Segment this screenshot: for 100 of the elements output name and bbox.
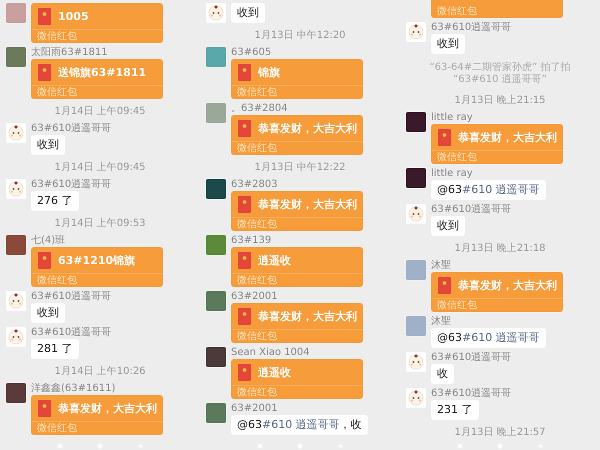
message-bubble: 收: [431, 364, 454, 384]
photo-placeholder[interactable]: [406, 168, 426, 188]
timestamp: 1月14日 上午09:45: [54, 104, 146, 119]
photo-placeholder[interactable]: [206, 403, 226, 423]
sender-name: 七(4)班: [31, 235, 66, 246]
envelope-icon: [238, 364, 251, 380]
sender-name: 63#610逍遥哥哥: [431, 22, 512, 33]
baby-avatar-icon: [406, 204, 426, 224]
sender-name: 洋鑫鑫(63#1611): [31, 383, 116, 394]
gift-message-card[interactable]: 逍遥收 微信红包: [231, 247, 363, 287]
message-bubble: 281 了: [31, 339, 78, 359]
photo-placeholder[interactable]: [206, 47, 226, 67]
sender-name: little ray: [431, 112, 473, 123]
message-bubble: @63#610 逍遥哥哥: [431, 180, 546, 200]
gift-message-card[interactable]: 送锦旗63#1811 微信红包: [31, 59, 163, 99]
envelope-icon: [38, 252, 51, 268]
gift-message-card[interactable]: 锦旗 微信红包: [231, 59, 363, 99]
sender-name: 63#610逍遥哥哥: [431, 388, 512, 399]
sender-name: 。63#2804: [231, 103, 288, 114]
baby-avatar-icon: [406, 352, 426, 372]
timestamp: 1月14日 上午09:45: [54, 160, 146, 175]
baby-avatar-icon: [206, 3, 226, 23]
sender-name: 63#610逍遥哥哥: [31, 179, 112, 190]
packet-label: 微信红包: [236, 274, 278, 287]
timestamp: 1月13日 晚上21:18: [454, 242, 546, 256]
packet-label: 微信红包: [436, 151, 478, 164]
packet-label: 微信红包: [236, 386, 278, 399]
gift-message-card[interactable]: 恭喜发财，大吉大利 微信红包: [231, 115, 363, 155]
packet-title: 逍遥收: [258, 364, 291, 380]
photo-placeholder[interactable]: [206, 179, 226, 199]
timestamp: 1月13日 晚上21:15: [454, 94, 546, 108]
packet-label: 微信红包: [436, 299, 478, 312]
sender-name: 沐聖: [431, 316, 451, 327]
gift-message-card[interactable]: 63#1210锦旗 微信红包: [31, 247, 163, 287]
message-bubble: 收到: [431, 216, 465, 236]
sender-name: little ray: [431, 168, 473, 179]
packet-title: 恭喜发财，大吉大利: [258, 308, 357, 324]
packet-title: 恭喜发财，大吉大利: [58, 400, 157, 416]
photo-placeholder[interactable]: [6, 235, 26, 255]
message-bubble: 231 了: [431, 400, 478, 420]
sender-name: 太阳雨63#1811: [31, 47, 108, 58]
photo-placeholder[interactable]: [206, 347, 226, 367]
sender-name: Sean Xiao 1004: [231, 347, 310, 358]
message-bubble: @63#610 逍遥哥哥，收: [231, 415, 368, 435]
gift-message-card[interactable]: 1005 微信红包: [31, 3, 163, 43]
packet-title: 恭喜发财，大吉大利: [458, 130, 557, 144]
photo-placeholder[interactable]: [206, 103, 226, 123]
timestamp: 1月13日 中午12:20: [254, 28, 346, 43]
packet-label: 微信红包: [236, 218, 278, 231]
sender-name: 63#2803: [231, 179, 278, 190]
packet-label: 微信红包: [236, 142, 278, 155]
sender-name: 63#610逍遥哥哥: [31, 123, 112, 134]
photo-placeholder[interactable]: [6, 3, 26, 23]
message-bubble: 276 了: [31, 191, 78, 211]
envelope-icon: [438, 128, 451, 146]
message-bubble: @63#610 逍遥哥哥: [431, 328, 546, 348]
gift-message-card[interactable]: 恭喜发财，大吉大利 微信红包: [431, 272, 563, 312]
sender-name: 63#605: [231, 47, 272, 58]
packet-title: 1005: [58, 10, 89, 22]
photo-placeholder[interactable]: [206, 291, 226, 311]
packet-label: 微信红包: [436, 5, 477, 18]
timestamp: 1月13日 中午12:22: [254, 160, 346, 175]
message-bubble: 收到: [231, 3, 265, 23]
gift-message-card[interactable]: 恭喜发财，大吉大利 微信红包: [31, 395, 163, 435]
photo-placeholder[interactable]: [406, 260, 426, 280]
packet-title: 逍遥收: [258, 252, 291, 268]
baby-avatar-icon: [6, 291, 26, 311]
gift-message-card[interactable]: 恭喜发财，大吉大利 微信红包: [231, 191, 363, 231]
photo-placeholder[interactable]: [6, 383, 26, 403]
gift-message-card[interactable]: 微信红包: [431, 0, 563, 18]
packet-title: 恭喜发财，大吉大利: [258, 196, 357, 212]
baby-avatar-icon: [6, 179, 26, 199]
envelope-icon: [238, 196, 251, 212]
envelope-icon: [38, 8, 51, 24]
sender-name: 63#2001: [231, 403, 278, 414]
system-notice: “63-64#二期管家孙虎” 拍了拍 “63#610 逍遥哥哥”: [428, 60, 572, 87]
sender-name: 63#139: [231, 235, 272, 246]
envelope-icon: [238, 120, 251, 136]
packet-label: 微信红包: [236, 86, 278, 99]
sender-name: 63#610逍遥哥哥: [31, 327, 112, 338]
photo-placeholder[interactable]: [206, 235, 226, 255]
gift-message-card[interactable]: 逍遥收 微信红包: [231, 359, 363, 399]
envelope-icon: [238, 308, 251, 324]
sender-name: 63#610逍遥哥哥: [431, 352, 512, 363]
packet-label: 微信红包: [36, 274, 78, 287]
photo-placeholder[interactable]: [406, 316, 426, 336]
sender-name: 63#610逍遥哥哥: [431, 204, 512, 215]
photo-placeholder[interactable]: [6, 47, 26, 67]
sender-name: 63#610逍遥哥哥: [31, 291, 112, 302]
packet-label: 微信红包: [36, 30, 78, 43]
message-bubble: 收到: [31, 303, 65, 323]
gift-message-card[interactable]: 恭喜发财，大吉大利 微信红包: [231, 303, 363, 343]
packet-label: 微信红包: [36, 422, 78, 435]
envelope-icon: [438, 276, 451, 294]
timestamp: 1月14日 上午09:53: [54, 216, 146, 231]
packet-title: 锦旗: [258, 64, 280, 80]
photo-placeholder[interactable]: [406, 112, 426, 132]
gift-message-card[interactable]: 恭喜发财，大吉大利 微信红包: [431, 124, 563, 164]
packet-title: 63#1210锦旗: [58, 252, 136, 268]
baby-avatar-icon: [6, 327, 26, 347]
